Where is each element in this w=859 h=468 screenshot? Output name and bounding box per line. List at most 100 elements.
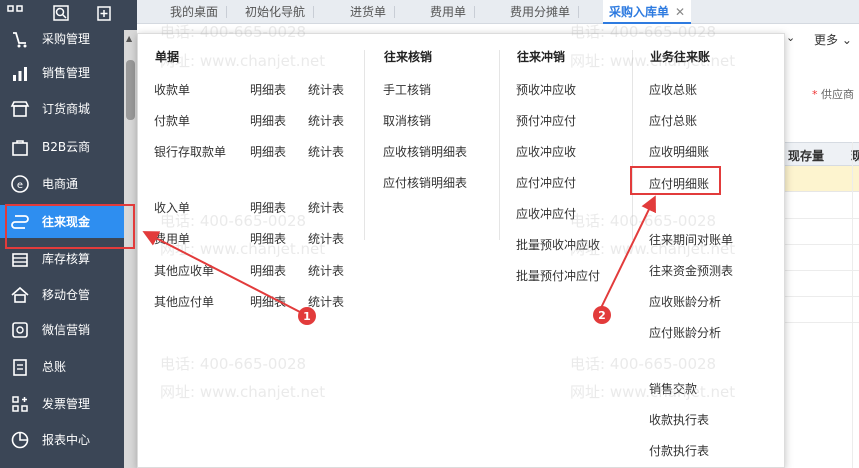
menu-item-offset-3[interactable]: 应收冲应收 bbox=[516, 143, 576, 160]
sidebar-item-label: 微信营销 bbox=[42, 323, 91, 337]
new-document-icon[interactable] bbox=[96, 4, 114, 22]
menu-item-other-receivable-detail[interactable]: 明细表 bbox=[250, 262, 286, 279]
purchase-icon bbox=[6, 28, 34, 50]
wechat-icon bbox=[6, 319, 34, 341]
menu-item-sales-payment[interactable]: 销售交款 bbox=[649, 380, 697, 397]
menu-item-payable-ledger[interactable]: 应付总账 bbox=[649, 112, 697, 129]
menu-item-payment-execution[interactable]: 付款执行表 bbox=[649, 442, 709, 459]
menu-item-offset-1[interactable]: 预收冲应收 bbox=[516, 81, 576, 98]
grid-icon[interactable] bbox=[6, 4, 24, 22]
menu-item-income[interactable]: 收入单 bbox=[154, 199, 190, 216]
menu-header-writeoff: 往来核销 bbox=[384, 50, 433, 64]
more-label: 更多 bbox=[814, 33, 839, 47]
sidebar-item-mobile-warehouse[interactable]: 移动仓管 bbox=[0, 278, 124, 311]
sidebar-item-wechat[interactable]: 微信营销 bbox=[0, 313, 124, 346]
menu-header-documents: 单据 bbox=[155, 50, 180, 64]
scroll-thumb[interactable] bbox=[126, 60, 135, 120]
menu-item-income-detail[interactable]: 明细表 bbox=[250, 199, 286, 216]
sidebar-item-label: 报表中心 bbox=[42, 433, 91, 447]
menu-item-other-payable-stat[interactable]: 统计表 bbox=[308, 293, 344, 310]
sidebar-item-ledger[interactable]: 总账 bbox=[0, 350, 124, 383]
menu-item-payment-detail[interactable]: 明细表 bbox=[250, 112, 286, 129]
sidebar-item-label: 移动仓管 bbox=[42, 288, 91, 302]
grid-vline bbox=[852, 142, 853, 468]
menu-item-bank[interactable]: 银行存取款单 bbox=[154, 143, 226, 160]
menu-item-other-receivable[interactable]: 其他应收单 bbox=[154, 262, 214, 279]
sidebar-item-b2b[interactable]: B2B云商 bbox=[0, 130, 124, 163]
tab-purchase-order[interactable]: 进货单 bbox=[350, 0, 396, 24]
menu-item-period-statement[interactable]: 往来期间对账单 bbox=[649, 231, 733, 248]
menu-item-income-stat[interactable]: 统计表 bbox=[308, 199, 344, 216]
grid-line bbox=[785, 296, 859, 297]
grid-header: 现存量 现 bbox=[785, 142, 859, 166]
annotation-badge: 1 bbox=[298, 307, 316, 325]
menu-item-expense[interactable]: 费用单 bbox=[154, 230, 190, 247]
scroll-up-icon[interactable]: ▲ bbox=[126, 34, 132, 43]
sidebar-item-label: 销售管理 bbox=[42, 66, 91, 80]
search-icon[interactable] bbox=[52, 4, 70, 22]
ecommerce-icon: e bbox=[6, 173, 34, 195]
sidebar-item-reports[interactable]: 报表中心 bbox=[0, 423, 124, 456]
menu-item-receivable-ledger[interactable]: 应收总账 bbox=[649, 81, 697, 98]
menu-item-other-receivable-stat[interactable]: 统计表 bbox=[308, 262, 344, 279]
tab-expense-order[interactable]: 费用单 bbox=[430, 0, 476, 24]
menu-item-expense-stat[interactable]: 统计表 bbox=[308, 230, 344, 247]
grid-line bbox=[785, 270, 859, 271]
sidebar-scrollbar[interactable]: ▲ bbox=[124, 30, 137, 468]
annotation-highlight-menu bbox=[630, 166, 721, 195]
sidebar-item-sales[interactable]: 销售管理 bbox=[0, 56, 124, 89]
menu-item-payable-aging[interactable]: 应付账龄分析 bbox=[649, 324, 721, 341]
tab-label: 采购入库单 bbox=[609, 5, 670, 19]
sidebar-item-ecommerce[interactable]: e 电商通 bbox=[0, 167, 124, 200]
menu-item-other-payable[interactable]: 其他应付单 bbox=[154, 293, 214, 310]
menu-item-payment-stat[interactable]: 统计表 bbox=[308, 112, 344, 129]
menu-item-offset-5[interactable]: 应收冲应付 bbox=[516, 205, 576, 222]
tab-desktop[interactable]: 我的桌面 bbox=[170, 0, 228, 24]
menu-item-cancel-writeoff[interactable]: 取消核销 bbox=[383, 112, 431, 129]
menu-item-payment[interactable]: 付款单 bbox=[154, 112, 190, 129]
menu-item-bank-stat[interactable]: 统计表 bbox=[308, 143, 344, 160]
menu-item-receipt-stat[interactable]: 统计表 bbox=[308, 81, 344, 98]
menu-item-receivable-writeoff-detail[interactable]: 应收核销明细表 bbox=[383, 143, 467, 160]
menu-item-expense-detail[interactable]: 明细表 bbox=[250, 230, 286, 247]
chevron-down-icon: ⌄ bbox=[841, 33, 852, 47]
menu-item-offset-7[interactable]: 批量预付冲应付 bbox=[516, 267, 600, 284]
menu-item-receivable-detail-ledger[interactable]: 应收明细账 bbox=[649, 143, 709, 160]
menu-item-fund-forecast[interactable]: 往来资金预测表 bbox=[649, 262, 733, 279]
store-icon bbox=[6, 98, 34, 120]
sidebar-item-order-mall[interactable]: 订货商城 bbox=[0, 92, 124, 125]
sidebar-item-label: 发票管理 bbox=[42, 397, 91, 411]
more-button[interactable]: 更多 ⌄ bbox=[814, 31, 852, 48]
menu-item-bank-detail[interactable]: 明细表 bbox=[250, 143, 286, 160]
sidebar-item-label: 库存核算 bbox=[42, 252, 91, 266]
menu-item-receipt-detail[interactable]: 明细表 bbox=[250, 81, 286, 98]
supplier-label: * 供应商 bbox=[812, 88, 854, 101]
menu-item-receivable-aging[interactable]: 应收账龄分析 bbox=[649, 293, 721, 310]
grid-line bbox=[785, 218, 859, 219]
tab-init-guide[interactable]: 初始化导航 bbox=[245, 0, 315, 24]
menu-header-ledger: 业务往来账 bbox=[650, 50, 711, 64]
menu-divider bbox=[632, 50, 633, 240]
menu-item-offset-4[interactable]: 应付冲应付 bbox=[516, 174, 576, 191]
annotation-highlight-sidebar bbox=[5, 204, 135, 249]
apps-icon bbox=[6, 393, 34, 415]
menu-item-offset-6[interactable]: 批量预收冲应收 bbox=[516, 236, 600, 253]
menu-item-offset-2[interactable]: 预付冲应付 bbox=[516, 112, 576, 129]
table-row[interactable] bbox=[785, 166, 859, 192]
menu-item-receipt-execution[interactable]: 收款执行表 bbox=[649, 411, 709, 428]
close-icon[interactable]: ✕ bbox=[675, 5, 685, 19]
sidebar-item-purchase[interactable]: 采购管理 bbox=[0, 22, 124, 55]
tab-expense-allocation[interactable]: 费用分摊单 bbox=[510, 0, 580, 24]
column-header-stock[interactable]: 现存量 bbox=[788, 147, 824, 164]
cash-flow-menu: 单据 往来核销 往来冲销 业务往来账 收款单 明细表 统计表 付款单 明细表 统… bbox=[137, 33, 785, 468]
tab-purchase-inbound[interactable]: 采购入库单 ✕ bbox=[603, 0, 692, 24]
menu-item-other-payable-detail[interactable]: 明细表 bbox=[250, 293, 286, 310]
menu-item-payable-writeoff-detail[interactable]: 应付核销明细表 bbox=[383, 174, 467, 191]
sidebar-item-invoice[interactable]: 发票管理 bbox=[0, 387, 124, 420]
grid-line bbox=[785, 244, 859, 245]
menu-item-manual-writeoff[interactable]: 手工核销 bbox=[383, 81, 431, 98]
menu-item-receipt[interactable]: 收款单 bbox=[154, 81, 190, 98]
chevron-down-icon[interactable]: ⌄ bbox=[786, 31, 795, 44]
menu-divider bbox=[364, 50, 365, 240]
annotation-badge: 2 bbox=[593, 306, 611, 324]
